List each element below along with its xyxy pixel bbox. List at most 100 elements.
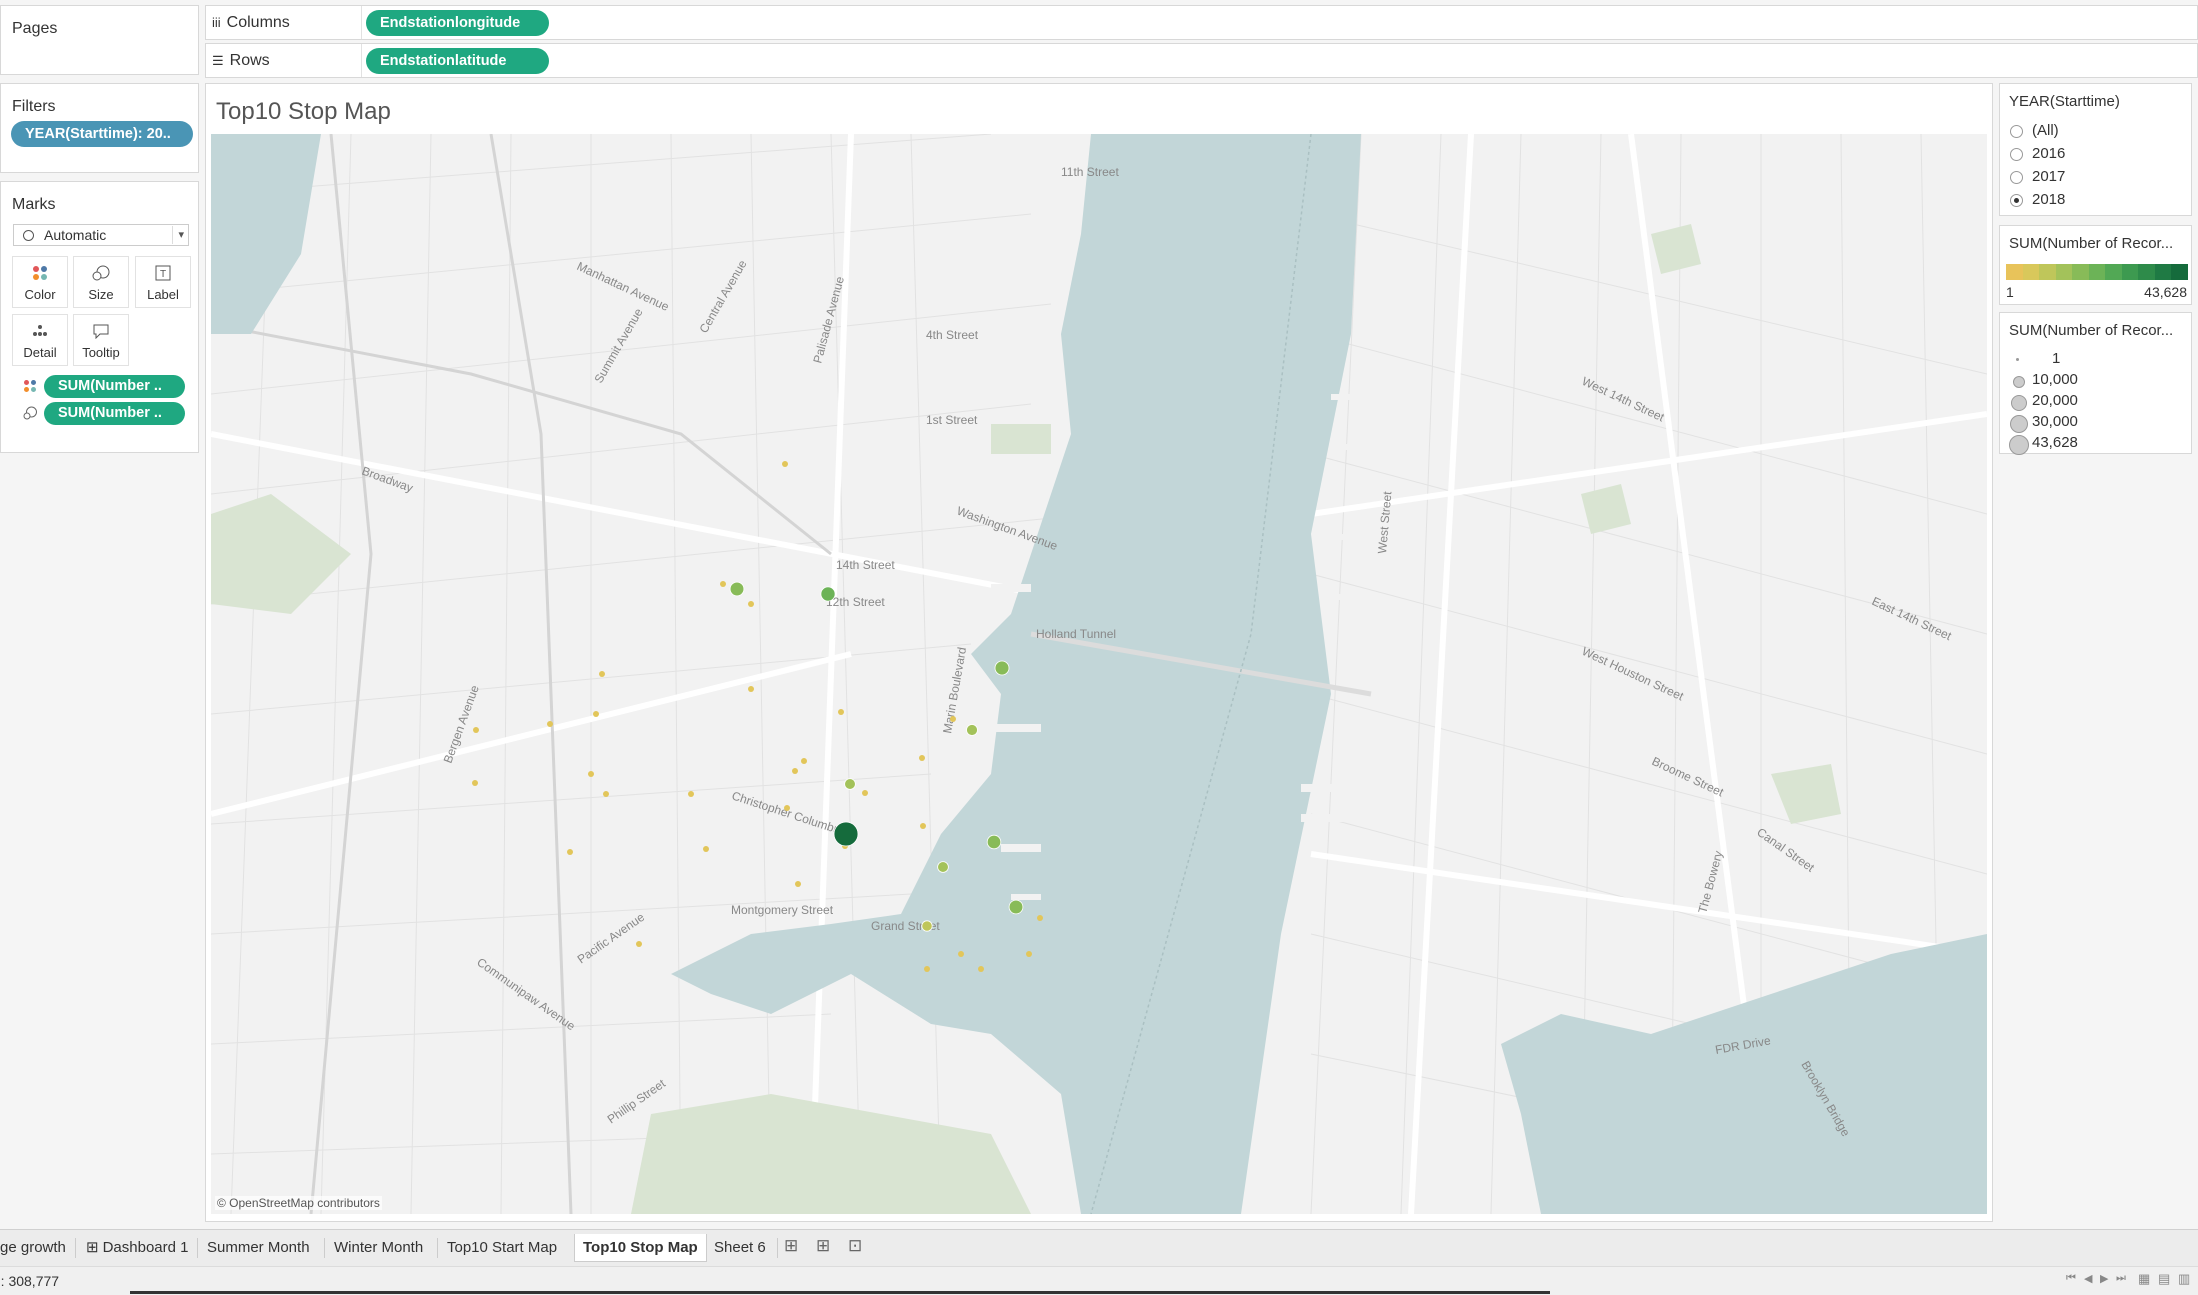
map-station-point[interactable]: [950, 716, 956, 722]
new-worksheet-icon[interactable]: ⊞: [784, 1236, 798, 1256]
map-station-point[interactable]: [862, 790, 868, 796]
pages-panel[interactable]: Pages: [0, 5, 199, 75]
radio-unselected-icon[interactable]: [2010, 148, 2023, 161]
map-station-point[interactable]: [782, 461, 788, 467]
map-stop-point[interactable]: [966, 724, 978, 736]
rows-icon: ☰: [212, 53, 224, 68]
color-ramp-swatch: [2055, 264, 2073, 280]
columns-shelf-label: iii Columns: [212, 14, 290, 31]
tab-winter-month[interactable]: Winter Month: [326, 1234, 431, 1261]
map-stop-point[interactable]: [729, 581, 745, 597]
map-station-point[interactable]: [588, 771, 594, 777]
marks-detail-button[interactable]: Detail: [12, 314, 68, 366]
map-station-point[interactable]: [958, 951, 964, 957]
color-legend-card[interactable]: SUM(Number of Recor... 1 43,628: [1999, 225, 2192, 305]
map-station-point[interactable]: [472, 780, 478, 786]
tab-summer-month[interactable]: Summer Month: [199, 1234, 318, 1261]
map-station-point[interactable]: [1037, 915, 1043, 921]
map-station-point[interactable]: [748, 601, 754, 607]
marks-label-label: Label: [147, 287, 179, 302]
columns-pill[interactable]: Endstationlongitude: [366, 10, 549, 36]
label-text-icon: T: [136, 265, 190, 286]
marks-detail-label: Detail: [23, 345, 57, 360]
map-station-point[interactable]: [784, 805, 790, 811]
color-legend-title: SUM(Number of Recor...: [2009, 235, 2174, 252]
map-station-point[interactable]: [603, 791, 609, 797]
map-station-point[interactable]: [567, 849, 573, 855]
color-ramp-swatch: [2138, 264, 2155, 280]
map-label-4th-street: 4th Street: [926, 328, 979, 342]
filter-pill-year[interactable]: YEAR(Starttime): 20..: [11, 121, 193, 147]
map-station-point[interactable]: [919, 755, 925, 761]
tab-top10-stop-map[interactable]: Top10 Stop Map: [574, 1234, 707, 1262]
map-station-point[interactable]: [924, 966, 930, 972]
map-station-point[interactable]: [748, 686, 754, 692]
grid-view-icon[interactable]: ▦: [2138, 1271, 2150, 1287]
map-attribution[interactable]: © OpenStreetMap contributors: [215, 1196, 382, 1210]
list-view-icon[interactable]: ▤: [2158, 1271, 2170, 1287]
radio-unselected-icon[interactable]: [2010, 125, 2023, 138]
size-legend-title: SUM(Number of Recor...: [2009, 322, 2174, 339]
tab-growth[interactable]: ge growth: [0, 1234, 74, 1261]
marks-field-size-pill[interactable]: SUM(Number ..: [44, 402, 185, 425]
map-stop-point[interactable]: [844, 778, 856, 790]
map-stop-point[interactable]: [1008, 899, 1024, 915]
nav-next-icon[interactable]: ▶: [2100, 1272, 2108, 1285]
map-stop-point[interactable]: [833, 821, 859, 847]
map-station-point[interactable]: [720, 581, 726, 587]
new-dashboard-icon[interactable]: ⊞: [816, 1236, 830, 1256]
map-stop-point[interactable]: [937, 861, 949, 873]
marks-panel[interactable]: Marks Automatic ▾ Color Size T Label Det…: [0, 181, 199, 453]
rows-shelf[interactable]: ☰ Rows Endstationlatitude: [205, 43, 2198, 78]
map-canvas[interactable]: Holland Tunnel 14th Street 12th Street G…: [211, 134, 1987, 1214]
color-legend-min: 1: [2006, 284, 2014, 300]
map-station-point[interactable]: [473, 727, 479, 733]
map-station-point[interactable]: [1026, 951, 1032, 957]
color-ramp-swatch: [2006, 264, 2023, 280]
radio-selected-icon[interactable]: [2010, 194, 2023, 207]
mark-type-dropdown[interactable]: Automatic ▾: [13, 224, 189, 246]
map-stop-point[interactable]: [921, 920, 933, 932]
map-stop-point[interactable]: [820, 586, 836, 602]
nav-prev-icon[interactable]: ◀: [2084, 1272, 2092, 1285]
map-station-point[interactable]: [978, 966, 984, 972]
color-ramp-swatch: [2022, 264, 2040, 280]
map-station-point[interactable]: [795, 881, 801, 887]
tab-dashboard-1[interactable]: ⊞ Dashboard 1: [78, 1234, 196, 1261]
map-station-point[interactable]: [636, 941, 642, 947]
rows-pill[interactable]: Endstationlatitude: [366, 48, 549, 74]
tab-top10-start-map[interactable]: Top10 Start Map: [439, 1234, 565, 1261]
color-ramp-swatch: [2154, 264, 2172, 280]
map-station-point[interactable]: [792, 768, 798, 774]
map-station-point[interactable]: [688, 791, 694, 797]
map-station-point[interactable]: [547, 721, 553, 727]
map-station-point[interactable]: [801, 758, 807, 764]
color-ramp-swatch: [2105, 264, 2122, 280]
filters-panel[interactable]: Filters YEAR(Starttime): 20..: [0, 83, 199, 173]
nav-last-icon[interactable]: ⏭: [2116, 1272, 2126, 1285]
map-area[interactable]: Holland Tunnel 14th Street 12th Street G…: [211, 134, 1987, 1214]
map-station-point[interactable]: [838, 709, 844, 715]
marks-label-button[interactable]: T Label: [135, 256, 191, 308]
columns-shelf[interactable]: iii Columns Endstationlongitude: [205, 5, 2198, 40]
marks-tooltip-button[interactable]: Tooltip: [73, 314, 129, 366]
map-station-point[interactable]: [593, 711, 599, 717]
map-station-point[interactable]: [920, 823, 926, 829]
nav-first-icon[interactable]: ⏮: [2066, 1272, 2076, 1285]
map-station-point[interactable]: [703, 846, 709, 852]
tab-sheet-6[interactable]: Sheet 6: [706, 1234, 774, 1261]
size-legend-card[interactable]: SUM(Number of Recor... 1 10,000 20,000 3…: [1999, 312, 2192, 455]
chevron-down-icon[interactable]: ▾: [172, 226, 184, 244]
map-stop-point[interactable]: [986, 834, 1002, 850]
filmstrip-view-icon[interactable]: ▥: [2178, 1271, 2190, 1287]
map-stop-point[interactable]: [994, 660, 1010, 676]
size-circle-icon: [2013, 376, 2025, 388]
map-station-point[interactable]: [599, 671, 605, 677]
radio-unselected-icon[interactable]: [2010, 171, 2023, 184]
marks-color-button[interactable]: Color: [12, 256, 68, 308]
year-filter-card[interactable]: YEAR(Starttime) (All) 2016 2017 2018: [1999, 83, 2192, 216]
marks-size-button[interactable]: Size: [73, 256, 129, 308]
new-story-icon[interactable]: ⊡: [848, 1236, 862, 1256]
marks-field-color-pill[interactable]: SUM(Number ..: [44, 375, 185, 398]
pages-title: Pages: [12, 20, 58, 37]
